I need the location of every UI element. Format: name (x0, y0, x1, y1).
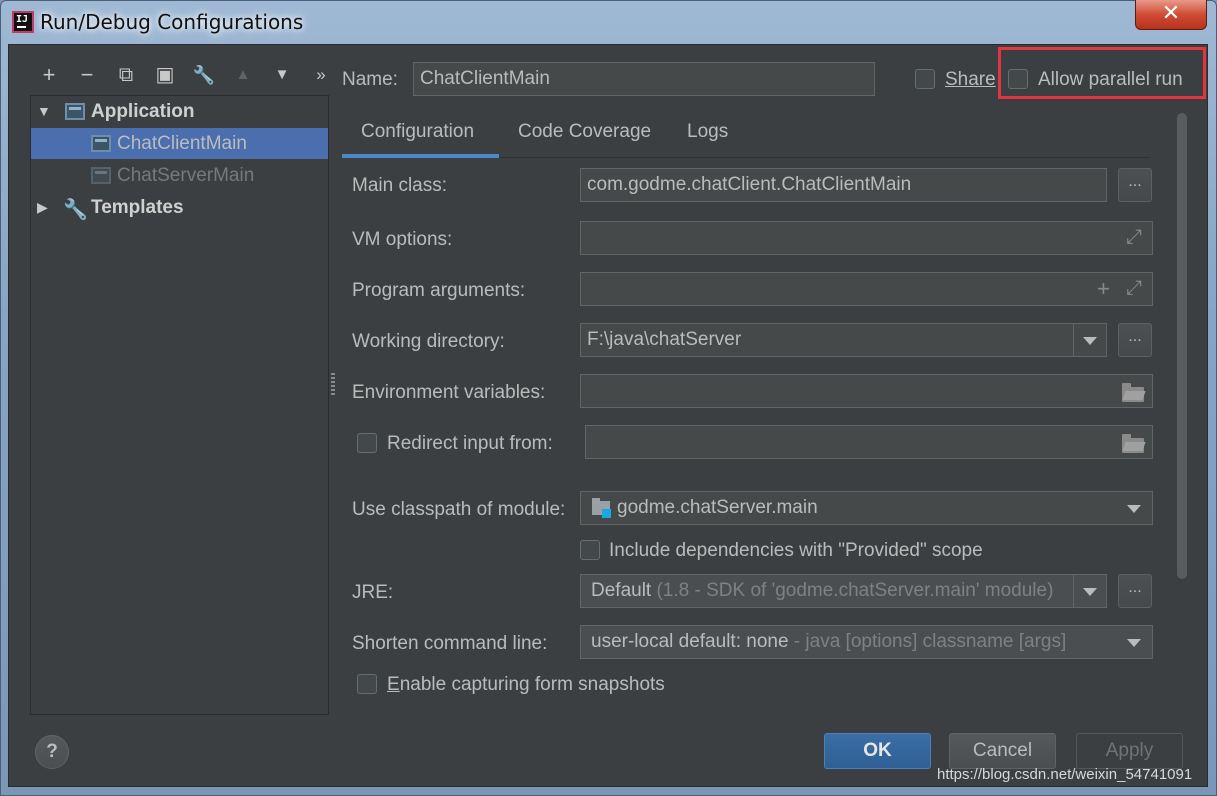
dropdown-arrow-icon[interactable] (1127, 505, 1141, 513)
vm-options-label: VM options: (352, 229, 453, 250)
expand-arrow-icon[interactable]: ▼ (37, 96, 51, 127)
main-class-input[interactable]: com.godme.chatClient.ChatClientMain (580, 168, 1107, 202)
cancel-button[interactable]: Cancel (949, 733, 1056, 769)
application-config-icon (91, 167, 111, 184)
window-title: Run/Debug Configurations (40, 10, 304, 34)
expand-icon[interactable]: ⤢ (1126, 226, 1142, 249)
shorten-command-line-select[interactable]: user-local default: none - java [options… (580, 625, 1153, 659)
share-checkbox[interactable] (915, 69, 935, 89)
share-label: Share (945, 69, 996, 90)
tab-logs[interactable]: Logs (687, 121, 728, 143)
tree-item-chatservermain[interactable]: ChatServerMain (31, 160, 328, 191)
program-arguments-input[interactable] (580, 272, 1153, 306)
add-icon[interactable]: + (36, 61, 62, 89)
close-icon: ✕ (1161, 1, 1181, 26)
classpath-module-select[interactable]: godme.chatServer.main (580, 491, 1153, 525)
jre-value: Default (591, 580, 652, 601)
tree-label: Templates (91, 197, 184, 218)
shorten-command-line-label: Shorten command line: (352, 633, 548, 654)
jre-label: JRE: (352, 582, 394, 603)
module-icon (592, 498, 612, 518)
wrench-icon[interactable]: 🔧 (191, 61, 217, 89)
folder-icon[interactable] (1122, 383, 1144, 402)
application-icon (65, 103, 85, 120)
dropdown-arrow-icon[interactable] (1083, 588, 1097, 596)
panel-splitter[interactable] (331, 373, 335, 397)
name-label: Name: (342, 69, 398, 90)
redirect-input-field[interactable] (585, 425, 1153, 459)
active-tab-indicator (342, 154, 499, 158)
shorten-detail: - java [options] classname [args] (793, 631, 1067, 652)
tree-label: Application (91, 101, 195, 122)
program-arguments-label: Program arguments: (352, 280, 526, 301)
redirect-input-label: Redirect input from: (387, 433, 553, 454)
folder-icon[interactable] (1122, 434, 1144, 453)
working-directory-label: Working directory: (352, 331, 505, 352)
main-class-label: Main class: (352, 175, 448, 196)
include-provided-checkbox[interactable] (580, 540, 600, 560)
tree-group-application[interactable]: ▼ Application (31, 96, 328, 127)
help-button[interactable]: ? (35, 735, 69, 769)
shorten-value: user-local default: none (591, 631, 789, 652)
close-button[interactable]: ✕ (1135, 0, 1207, 30)
working-directory-combo[interactable]: F:\java\chatServer (580, 323, 1107, 357)
dialog-body: + − ⧉ ▣ 🔧 ▲ ▼ » ▼ Application ChatClient… (8, 44, 1208, 787)
move-up-icon[interactable]: ▲ (230, 61, 256, 89)
title-bar[interactable]: IJ Run/Debug Configurations ✕ (0, 0, 1217, 44)
dropdown-arrow-icon[interactable] (1127, 639, 1141, 647)
combo-separator (1073, 324, 1074, 356)
ok-button[interactable]: OK (824, 733, 931, 769)
name-input[interactable]: ChatClientMain (413, 62, 875, 96)
redirect-input-checkbox[interactable] (357, 433, 377, 453)
tab-code-coverage[interactable]: Code Coverage (518, 121, 651, 143)
jre-detail: (1.8 - SDK of 'godme.chatServer.main' mo… (656, 580, 1054, 601)
vertical-scrollbar[interactable] (1177, 113, 1187, 579)
classpath-module-label: Use classpath of module: (352, 499, 566, 520)
move-down-icon[interactable]: ▼ (269, 61, 295, 89)
add-macro-icon[interactable]: + (1097, 276, 1110, 302)
application-config-icon (91, 135, 111, 152)
copy-icon[interactable]: ⧉ (113, 61, 139, 89)
watermark-url: https://blog.csdn.net/weixin_54741091 (937, 766, 1193, 783)
include-provided-label: Include dependencies with "Provided" sco… (609, 540, 983, 561)
environment-variables-label: Environment variables: (352, 382, 546, 403)
form-snapshots-label: Enable capturing form snapshots (387, 674, 665, 695)
tree-label: ChatClientMain (117, 133, 247, 154)
dropdown-arrow-icon[interactable] (1083, 337, 1097, 345)
intellij-app-icon: IJ (12, 11, 34, 33)
apply-button[interactable]: Apply (1076, 733, 1183, 769)
highlight-annotation (998, 47, 1206, 99)
config-tree[interactable]: ▼ Application ChatClientMain ChatServerM… (30, 95, 329, 715)
remove-icon[interactable]: − (74, 61, 100, 89)
collapse-arrow-icon[interactable]: ▶ (37, 192, 51, 223)
jre-browse-button[interactable]: ... (1118, 574, 1152, 608)
tab-configuration[interactable]: Configuration (361, 121, 474, 143)
tree-item-chatclientmain[interactable]: ChatClientMain (31, 128, 328, 159)
expand-icon[interactable]: ⤢ (1126, 277, 1142, 300)
environment-variables-input[interactable] (580, 374, 1153, 408)
more-icon[interactable]: » (308, 61, 334, 89)
save-icon[interactable]: ▣ (152, 61, 178, 89)
working-directory-browse-button[interactable]: ... (1118, 323, 1152, 357)
form-snapshots-checkbox[interactable] (357, 674, 377, 694)
tree-label: ChatServerMain (117, 165, 255, 186)
tree-group-templates[interactable]: ▶ 🔧 Templates (31, 192, 328, 223)
vm-options-input[interactable] (580, 221, 1153, 255)
wrench-icon: 🔧 (63, 199, 88, 221)
jre-combo[interactable]: Default (1.8 - SDK of 'godme.chatServer.… (580, 574, 1107, 608)
combo-separator (1073, 575, 1074, 607)
main-class-browse-button[interactable]: ... (1118, 168, 1152, 202)
